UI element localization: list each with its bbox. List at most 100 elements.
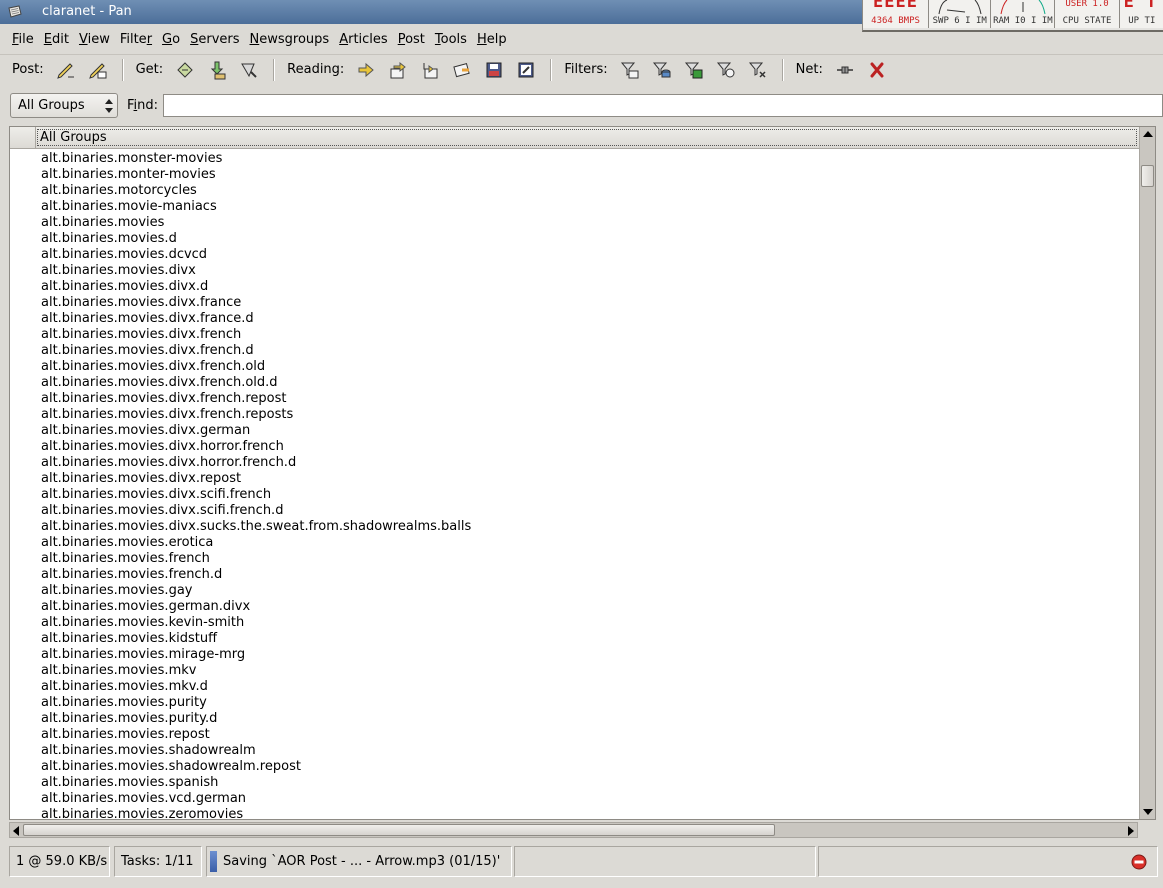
group-row[interactable]: alt.binaries.movies.divx.french: [41, 327, 241, 343]
group-row[interactable]: alt.binaries.movies.divx.french.d: [41, 343, 254, 359]
group-row[interactable]: alt.binaries.movies.divx.sucks.the.sweat…: [41, 519, 471, 535]
find-label-post: nd:: [137, 98, 159, 113]
filter-mine-icon: [748, 62, 766, 78]
group-row[interactable]: alt.binaries.monster-movies: [41, 151, 222, 167]
next-unread-thread-button[interactable]: [386, 58, 410, 82]
group-row[interactable]: alt.binaries.movie-maniacs: [41, 199, 217, 215]
vertical-scroll-thumb[interactable]: [1141, 165, 1154, 187]
tasks-status[interactable]: Tasks: 1/11: [114, 846, 202, 877]
save-as-button[interactable]: [514, 58, 538, 82]
group-row[interactable]: alt.binaries.movies.german.divx: [41, 599, 250, 615]
save-articles-button[interactable]: [450, 58, 474, 82]
pan-app-icon[interactable]: [8, 5, 22, 18]
group-row[interactable]: alt.binaries.monter-movies: [41, 167, 216, 183]
network-plug-icon: [836, 66, 853, 73]
group-row[interactable]: alt.binaries.movies.spanish: [41, 775, 218, 791]
group-list[interactable]: All Groups alt.binaries.monster-movies al…: [9, 126, 1156, 820]
cancel-tasks-button[interactable]: [865, 58, 889, 82]
group-row[interactable]: alt.binaries.movies.vcd.german: [41, 791, 246, 807]
group-row[interactable]: alt.binaries.movies.divx.french.repost: [41, 391, 286, 407]
post-label: Post:: [12, 62, 44, 77]
menu-post[interactable]: Post: [398, 32, 425, 47]
group-row[interactable]: alt.binaries.movies.d: [41, 231, 177, 247]
menu-label-part: ools: [440, 31, 467, 47]
menu-tools[interactable]: Tools: [435, 32, 467, 47]
save-button[interactable]: [482, 58, 506, 82]
scroll-right-arrow-icon[interactable]: [1128, 826, 1134, 836]
menu-go[interactable]: Go: [162, 32, 180, 47]
group-row[interactable]: alt.binaries.movies.divx: [41, 263, 196, 279]
menu-view[interactable]: View: [79, 32, 110, 47]
menu-help[interactable]: Help: [477, 32, 507, 47]
group-row[interactable]: alt.binaries.movies.divx.german: [41, 423, 250, 439]
group-row[interactable]: alt.binaries.movies.french.d: [41, 567, 222, 583]
menu-edit[interactable]: Edit: [44, 32, 69, 47]
filter-unread-button[interactable]: [618, 58, 642, 82]
uptime-monitor-value: Е Т: [1123, 0, 1158, 12]
thread-next-icon: [390, 61, 407, 78]
header-column-all-groups[interactable]: All Groups: [37, 129, 1137, 146]
group-row[interactable]: alt.binaries.movies.divx.french.reposts: [41, 407, 293, 423]
filter-complete-button[interactable]: [682, 58, 706, 82]
group-row[interactable]: alt.binaries.movies.purity: [41, 695, 207, 711]
group-row[interactable]: alt.binaries.movies.shadowrealm: [41, 743, 256, 759]
group-row[interactable]: alt.binaries.movies.divx.repost: [41, 471, 241, 487]
group-row[interactable]: alt.binaries.movies.erotica: [41, 535, 213, 551]
group-row[interactable]: alt.binaries.movies.zeromovies: [41, 807, 243, 819]
group-row[interactable]: alt.binaries.movies.divx.french.old: [41, 359, 265, 375]
menu-filter[interactable]: Filter: [120, 32, 152, 47]
group-row[interactable]: alt.binaries.movies.divx.scifi.french: [41, 487, 271, 503]
menu-servers[interactable]: Servers: [190, 32, 239, 47]
get-bodies-button[interactable]: [237, 58, 261, 82]
error-stop-icon[interactable]: [1131, 854, 1147, 870]
group-row[interactable]: alt.binaries.movies.french: [41, 551, 210, 567]
group-list-header[interactable]: All Groups: [10, 127, 1141, 149]
menu-newsgroups[interactable]: Newsgroups: [250, 32, 330, 47]
cpu-monitor-top-label: USER 1.0: [1065, 0, 1109, 9]
get-new-headers-button[interactable]: [173, 58, 197, 82]
filter-watched-button[interactable]: [714, 58, 738, 82]
get-headers-in-selected-button[interactable]: [205, 58, 229, 82]
swap-gauge-icon: [938, 0, 982, 15]
group-row[interactable]: alt.binaries.movies.kevin-smith: [41, 615, 244, 631]
group-row[interactable]: alt.binaries.movies.divx.horror.french: [41, 439, 284, 455]
find-input[interactable]: [163, 94, 1163, 117]
group-row[interactable]: alt.binaries.movies.divx.french.old.d: [41, 375, 278, 391]
group-row[interactable]: alt.binaries.movies.mirage-mrg: [41, 647, 245, 663]
parent-article-button[interactable]: [418, 58, 442, 82]
cpu-monitor: USER 1.0 CPU STATE: [1055, 0, 1120, 28]
group-row[interactable]: alt.binaries.movies.divx.scifi.french.d: [41, 503, 283, 519]
group-row[interactable]: alt.binaries.movies.divx.france.d: [41, 311, 254, 327]
header-column-blank[interactable]: [10, 127, 36, 149]
group-list-horizontal-scrollbar[interactable]: [9, 822, 1138, 838]
group-list-vertical-scrollbar[interactable]: [1139, 127, 1155, 819]
floppy-save-icon: [486, 62, 502, 77]
group-type-select[interactable]: All Groups: [10, 93, 118, 118]
filter-mine-button[interactable]: [746, 58, 770, 82]
group-row[interactable]: alt.binaries.movies.purity.d: [41, 711, 217, 727]
group-row[interactable]: alt.binaries.movies: [41, 215, 164, 231]
followup-button[interactable]: [86, 58, 110, 82]
group-row[interactable]: alt.binaries.movies.gay: [41, 583, 192, 599]
read-next-unread-button[interactable]: [354, 58, 378, 82]
group-row[interactable]: alt.binaries.movies.divx.horror.french.d: [41, 455, 296, 471]
filter-cached-button[interactable]: [650, 58, 674, 82]
post-article-button[interactable]: [54, 58, 78, 82]
group-row[interactable]: alt.binaries.movies.repost: [41, 727, 210, 743]
scroll-up-arrow-icon[interactable]: [1143, 131, 1153, 137]
group-row[interactable]: alt.binaries.movies.kidstuff: [41, 631, 217, 647]
scroll-down-arrow-icon[interactable]: [1143, 809, 1153, 815]
group-row[interactable]: alt.binaries.motorcycles: [41, 183, 197, 199]
group-row[interactable]: alt.binaries.movies.divx.d: [41, 279, 208, 295]
menu-file[interactable]: File: [12, 32, 34, 47]
group-row[interactable]: alt.binaries.movies.divx.france: [41, 295, 241, 311]
connection-status-button[interactable]: [833, 58, 857, 82]
menu-articles[interactable]: Articles: [339, 32, 388, 47]
group-row[interactable]: alt.binaries.movies.mkv: [41, 663, 196, 679]
group-row[interactable]: alt.binaries.movies.dcvcd: [41, 247, 207, 263]
horizontal-scroll-thumb[interactable]: [23, 824, 775, 836]
group-row[interactable]: alt.binaries.movies.mkv.d: [41, 679, 208, 695]
scroll-left-arrow-icon[interactable]: [13, 826, 19, 836]
group-row[interactable]: alt.binaries.movies.shadowrealm.repost: [41, 759, 301, 775]
filters-label: Filters:: [564, 62, 608, 77]
